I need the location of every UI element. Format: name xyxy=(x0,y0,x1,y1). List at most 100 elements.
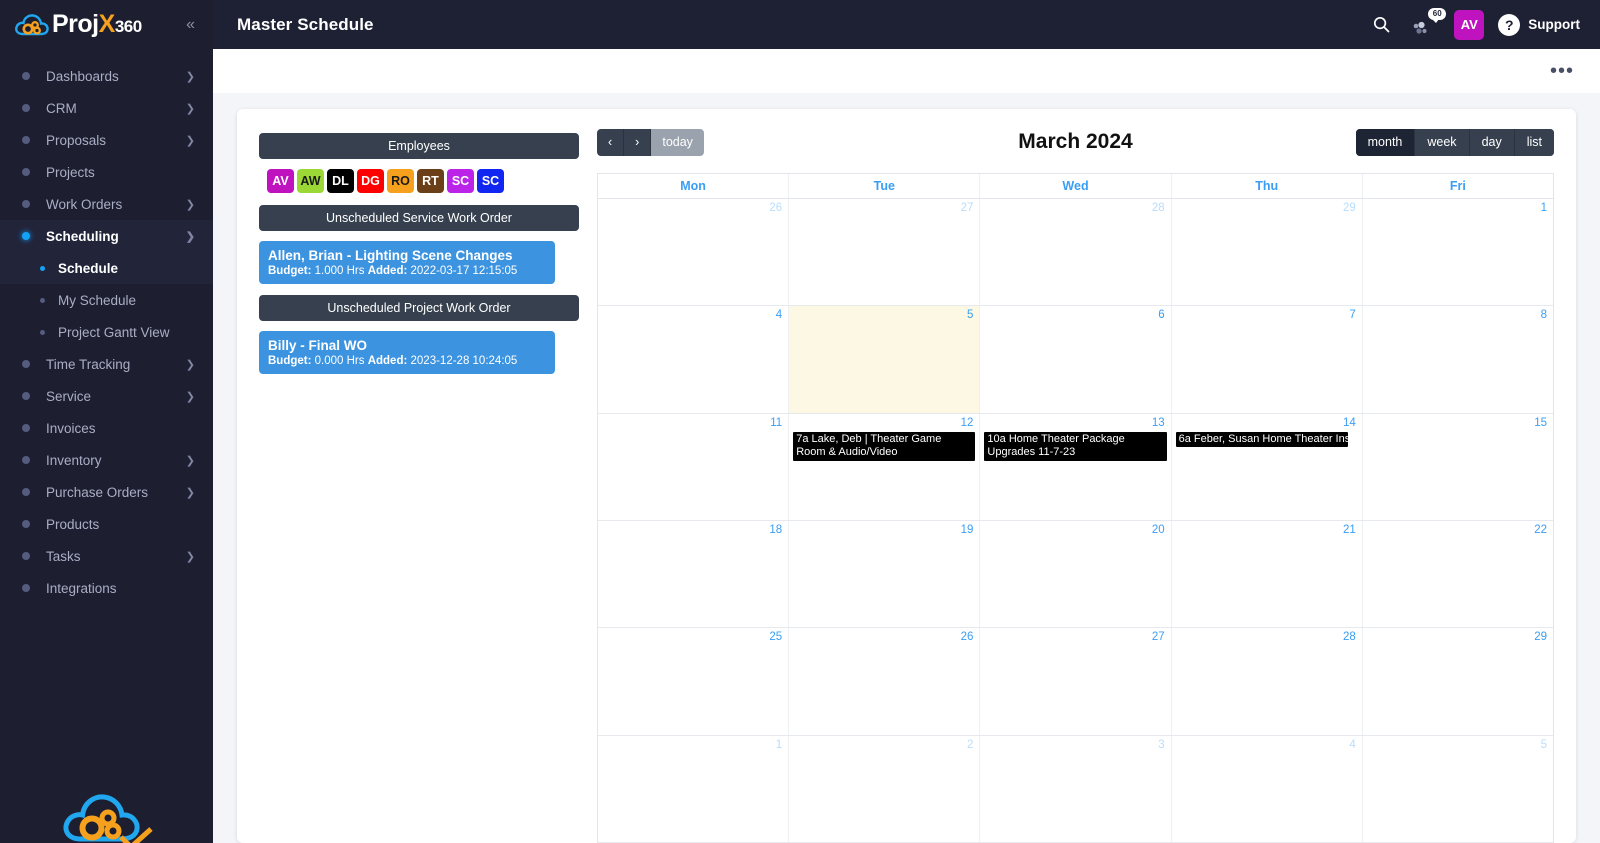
calendar-day-cell[interactable]: 26 xyxy=(598,199,790,306)
calendar-day-cell[interactable]: 12 7a Lake, Deb | Theater Game Room & Au… xyxy=(789,413,981,520)
calendar-day-cell[interactable]: 5 xyxy=(1363,736,1553,842)
employees-header[interactable]: Employees xyxy=(259,133,579,159)
calendar-day-cell[interactable]: 29 xyxy=(1363,628,1553,734)
calendar-day-cell[interactable]: 11 xyxy=(598,413,790,520)
employee-chip[interactable]: RT xyxy=(417,169,444,193)
sidebar-subitem-label: Project Gantt View xyxy=(58,324,170,340)
day-number: 1 xyxy=(775,738,783,751)
sidebar-item-proposals[interactable]: Proposals ❯ xyxy=(0,124,213,156)
calendar-day-cell[interactable]: 25 xyxy=(598,628,790,735)
sidebar-item-scheduling[interactable]: Scheduling ❯ xyxy=(0,220,213,252)
work-order-card[interactable]: Allen, Brian - Lighting Scene Changes Bu… xyxy=(259,241,555,284)
calendar-event[interactable]: 7a Lake, Deb | Theater Game Room & Audio… xyxy=(793,431,976,461)
cloud-gears-watermark-icon xyxy=(62,794,153,843)
view-day-button[interactable]: day xyxy=(1468,128,1514,156)
employee-chip[interactable]: SC xyxy=(477,169,504,193)
sidebar-item-label: Products xyxy=(46,516,100,532)
sidebar-item-label: Integrations xyxy=(46,580,117,596)
notifications-button[interactable]: 60 xyxy=(1410,7,1447,40)
brand-proj: Proj xyxy=(52,10,99,38)
calendar-day-cell[interactable]: 20 xyxy=(980,520,1172,628)
employee-chip[interactable]: AW xyxy=(297,169,324,193)
sidebar-item-work-orders[interactable]: Work Orders ❯ xyxy=(0,188,213,220)
calendar-day-cell[interactable]: 8 xyxy=(1363,306,1553,412)
employee-chip[interactable]: DL xyxy=(327,169,354,193)
bullet-icon xyxy=(22,456,30,464)
sidebar-item-schedule[interactable]: Schedule xyxy=(0,252,213,284)
calendar-day-cell[interactable]: 29 xyxy=(1172,199,1363,306)
calendar-day-cell[interactable]: 15 xyxy=(1363,414,1553,520)
chevron-right-icon: ❯ xyxy=(185,70,195,83)
calendar-day-cell[interactable]: 21 xyxy=(1172,520,1363,628)
calendar-day-cell[interactable]: 1 xyxy=(1363,199,1553,305)
calendar-day-cell[interactable]: 3 xyxy=(980,735,1172,842)
sidebar-item-time-tracking[interactable]: Time Tracking ❯ xyxy=(0,348,213,380)
sidebar-item-label: Work Orders xyxy=(46,196,123,212)
sidebar-item-service[interactable]: Service ❯ xyxy=(0,380,213,412)
day-header-mon: Mon xyxy=(598,174,790,198)
calendar-day-cell[interactable]: 28 xyxy=(980,199,1172,306)
more-options-icon[interactable]: ••• xyxy=(1544,57,1580,85)
calendar-day-cell[interactable]: 7 xyxy=(1172,306,1363,413)
sidebar-item-invoices[interactable]: Invoices xyxy=(0,412,213,444)
work-order-card[interactable]: Billy - Final WO Budget: 0.000 Hrs Added… xyxy=(259,331,555,374)
calendar-day-cell[interactable]: 26 xyxy=(789,628,981,735)
calendar-day-cell[interactable]: 13 10a Home Theater Package Upgrades 11-… xyxy=(980,413,1172,520)
chevrons-left-icon[interactable]: « xyxy=(186,16,195,34)
sidebar-item-crm[interactable]: CRM ❯ xyxy=(0,92,213,124)
calendar-event[interactable]: 10a Home Theater Package Upgrades 11-7-2… xyxy=(984,431,1167,461)
employee-chip[interactable]: DG xyxy=(357,169,384,193)
sidebar-item-projects[interactable]: Projects xyxy=(0,156,213,188)
sidebar-item-label: Tasks xyxy=(46,548,81,564)
bullet-icon xyxy=(22,392,30,400)
bullet-icon xyxy=(22,520,30,528)
view-week-button[interactable]: week xyxy=(1414,128,1469,156)
calendar-day-cell[interactable]: 1 xyxy=(598,735,790,842)
employee-chip[interactable]: AV xyxy=(267,169,294,193)
sidebar-item-label: Projects xyxy=(46,164,95,180)
sidebar-item-tasks[interactable]: Tasks ❯ xyxy=(0,540,213,572)
work-order-title: Billy - Final WO xyxy=(268,338,368,353)
bullet-icon xyxy=(22,424,30,432)
unscheduled-service-header[interactable]: Unscheduled Service Work Order xyxy=(259,205,579,231)
calendar-event[interactable]: 6a Feber, Susan Home Theater Install xyxy=(1175,431,1348,448)
sidebar-item-label: Invoices xyxy=(46,420,96,436)
calendar-day-cell[interactable]: 27 xyxy=(789,199,981,306)
chevron-right-icon: ❯ xyxy=(185,358,195,371)
sidebar-item-my-schedule[interactable]: My Schedule xyxy=(0,284,213,316)
today-button[interactable]: today xyxy=(650,128,704,156)
unscheduled-project-header[interactable]: Unscheduled Project Work Order xyxy=(259,295,579,321)
employee-chip[interactable]: SC xyxy=(447,169,474,193)
calendar-day-cell[interactable]: 4 xyxy=(1172,735,1363,842)
sidebar-item-products[interactable]: Products xyxy=(0,508,213,540)
calendar-day-cell[interactable]: 27 xyxy=(980,628,1172,735)
budget-label: Budget: xyxy=(268,265,312,277)
sidebar-item-dashboards[interactable]: Dashboards ❯ xyxy=(0,60,213,92)
sidebar-brand[interactable]: Proj X 360 « xyxy=(0,0,213,49)
calendar-day-cell-today[interactable]: 5 xyxy=(789,306,981,413)
view-list-button[interactable]: list xyxy=(1513,128,1554,156)
support-button[interactable]: ? Support xyxy=(1498,13,1580,36)
employee-chip[interactable]: RO xyxy=(387,169,414,193)
sidebar-item-integrations[interactable]: Integrations xyxy=(0,572,213,604)
brand-360: 360 xyxy=(114,17,142,36)
next-month-button[interactable]: › xyxy=(623,128,651,156)
sidebar-item-purchase-orders[interactable]: Purchase Orders ❯ xyxy=(0,476,213,508)
sidebar-item-project-gantt-view[interactable]: Project Gantt View xyxy=(0,316,213,348)
calendar-day-cell[interactable]: 2 xyxy=(789,735,981,842)
calendar-week-row: 26 27 28 29 1 xyxy=(598,199,1553,307)
chevron-right-icon: ❯ xyxy=(185,134,195,147)
sidebar-item-inventory[interactable]: Inventory ❯ xyxy=(0,444,213,476)
view-month-button[interactable]: month xyxy=(1355,128,1415,156)
search-icon[interactable] xyxy=(1366,10,1396,40)
calendar-day-cell[interactable]: 4 xyxy=(598,306,790,413)
calendar-day-cell[interactable]: 6 xyxy=(980,306,1172,413)
avatar[interactable]: AV xyxy=(1454,9,1485,40)
calendar-day-cell[interactable]: 28 xyxy=(1172,628,1363,735)
calendar-day-cell[interactable]: 19 xyxy=(789,520,981,628)
prev-month-button[interactable]: ‹ xyxy=(597,128,624,156)
calendar-day-cell[interactable]: 18 xyxy=(598,520,790,628)
budget-label: Budget: xyxy=(268,355,312,367)
calendar-day-cell[interactable]: 14 6a Feber, Susan Home Theater Install xyxy=(1172,413,1363,520)
calendar-day-cell[interactable]: 22 xyxy=(1363,521,1553,627)
